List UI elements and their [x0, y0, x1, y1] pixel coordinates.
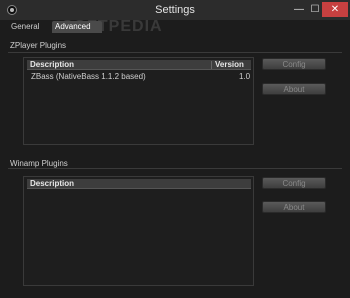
- list-header: Description: [27, 179, 251, 189]
- winamp-plugins-list[interactable]: Description: [23, 176, 254, 286]
- section-divider: [8, 52, 342, 53]
- column-header-version[interactable]: Version: [215, 60, 244, 70]
- section-divider: [8, 168, 342, 169]
- zplayer-about-button[interactable]: About: [262, 83, 326, 95]
- maximize-button[interactable]: ☐: [308, 2, 322, 17]
- title-bar: Settings — ☐ ✕: [0, 0, 350, 20]
- plugin-description: ZBass (NativeBass 1.1.2 based): [31, 72, 146, 81]
- tab-advanced[interactable]: Advanced: [52, 21, 102, 33]
- zplayer-config-button[interactable]: Config: [262, 58, 326, 70]
- list-header: Description Version: [27, 60, 251, 70]
- list-item[interactable]: ZBass (NativeBass 1.1.2 based) 1.0: [27, 72, 251, 82]
- column-separator[interactable]: [211, 61, 212, 69]
- minimize-button[interactable]: —: [292, 2, 306, 17]
- winamp-about-button[interactable]: About: [262, 201, 326, 213]
- winamp-config-button[interactable]: Config: [262, 177, 326, 189]
- winamp-plugins-label: Winamp Plugins: [10, 159, 68, 168]
- column-header-description[interactable]: Description: [30, 60, 74, 70]
- column-header-description[interactable]: Description: [30, 179, 74, 189]
- zplayer-plugins-label: ZPlayer Plugins: [10, 41, 67, 50]
- plugin-version: 1.0: [239, 72, 251, 81]
- zplayer-plugins-list[interactable]: Description Version ZBass (NativeBass 1.…: [23, 57, 254, 145]
- close-button[interactable]: ✕: [322, 2, 348, 17]
- tab-general[interactable]: General: [8, 21, 42, 33]
